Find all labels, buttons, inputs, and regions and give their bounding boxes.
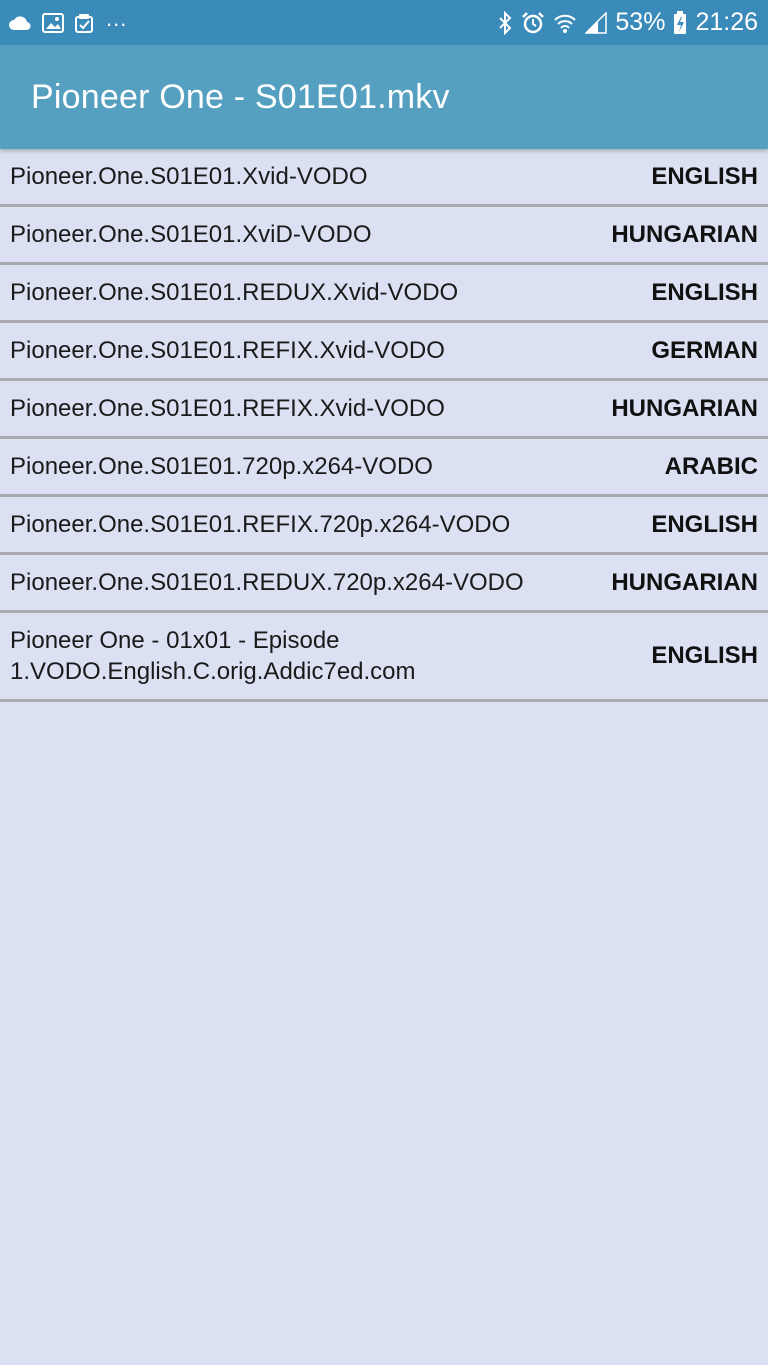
status-bar: ... 53% 21:26 bbox=[0, 0, 768, 45]
subtitle-language: ENGLISH bbox=[651, 162, 758, 190]
subtitle-name: Pioneer.One.S01E01.REFIX.Xvid-VODO bbox=[10, 337, 445, 364]
list-item[interactable]: Pioneer.One.S01E01.REFIX.Xvid-VODO GERMA… bbox=[0, 323, 768, 381]
bluetooth-icon bbox=[497, 10, 513, 35]
overflow-notifications: ... bbox=[106, 5, 128, 31]
subtitle-name: Pioneer.One.S01E01.REDUX.720p.x264-VODO bbox=[10, 569, 524, 596]
subtitle-list: Pioneer.One.S01E01.Xvid-VODO ENGLISH Pio… bbox=[0, 149, 768, 702]
battery-percent: 53% bbox=[615, 8, 666, 36]
list-item[interactable]: Pioneer One - 01x01 - Episode 1.VODO.Eng… bbox=[0, 613, 768, 702]
page-title: Pioneer One - S01E01.mkv bbox=[31, 77, 450, 116]
clipboard-check-icon bbox=[74, 12, 96, 34]
list-item[interactable]: Pioneer.One.S01E01.REDUX.Xvid-VODO ENGLI… bbox=[0, 265, 768, 323]
list-item[interactable]: Pioneer.One.S01E01.REFIX.720p.x264-VODO … bbox=[0, 497, 768, 555]
app-bar: Pioneer One - S01E01.mkv bbox=[0, 45, 768, 149]
alarm-icon bbox=[521, 11, 545, 35]
subtitle-language: ENGLISH bbox=[651, 642, 758, 669]
status-bar-notifications: ... bbox=[8, 6, 137, 36]
subtitle-language: HUNGARIAN bbox=[611, 220, 758, 248]
image-icon bbox=[42, 12, 64, 33]
list-item[interactable]: Pioneer.One.S01E01.720p.x264-VODO ARABIC bbox=[0, 439, 768, 497]
clock: 21:26 bbox=[695, 8, 758, 36]
subtitle-language: ENGLISH bbox=[651, 278, 758, 306]
subtitle-language: GERMAN bbox=[651, 336, 758, 364]
subtitle-name: Pioneer.One.S01E01.Xvid-VODO bbox=[10, 163, 368, 190]
subtitle-name: Pioneer.One.S01E01.720p.x264-VODO bbox=[10, 453, 433, 480]
list-item[interactable]: Pioneer.One.S01E01.Xvid-VODO ENGLISH bbox=[0, 149, 768, 207]
status-bar-system: 53% 21:26 bbox=[489, 8, 758, 37]
subtitle-language: ARABIC bbox=[664, 452, 758, 480]
list-item[interactable]: Pioneer.One.S01E01.XviD-VODO HUNGARIAN bbox=[0, 207, 768, 265]
subtitle-name: Pioneer.One.S01E01.XviD-VODO bbox=[10, 221, 372, 248]
subtitle-language: HUNGARIAN bbox=[611, 394, 758, 422]
subtitle-name: Pioneer.One.S01E01.REFIX.Xvid-VODO bbox=[10, 395, 445, 422]
subtitle-name: Pioneer One - 01x01 - Episode 1.VODO.Eng… bbox=[10, 627, 416, 685]
list-item[interactable]: Pioneer.One.S01E01.REDUX.720p.x264-VODO … bbox=[0, 555, 768, 613]
subtitle-language: ENGLISH bbox=[651, 510, 758, 538]
wifi-icon bbox=[553, 12, 577, 34]
battery-charging-icon bbox=[673, 10, 687, 35]
subtitle-name: Pioneer.One.S01E01.REFIX.720p.x264-VODO bbox=[10, 511, 511, 538]
cloud-icon bbox=[8, 14, 32, 32]
subtitle-name: Pioneer.One.S01E01.REDUX.Xvid-VODO bbox=[10, 279, 459, 306]
subtitle-language: HUNGARIAN bbox=[611, 568, 758, 596]
signal-icon bbox=[585, 11, 608, 34]
list-item[interactable]: Pioneer.One.S01E01.REFIX.Xvid-VODO HUNGA… bbox=[0, 381, 768, 439]
